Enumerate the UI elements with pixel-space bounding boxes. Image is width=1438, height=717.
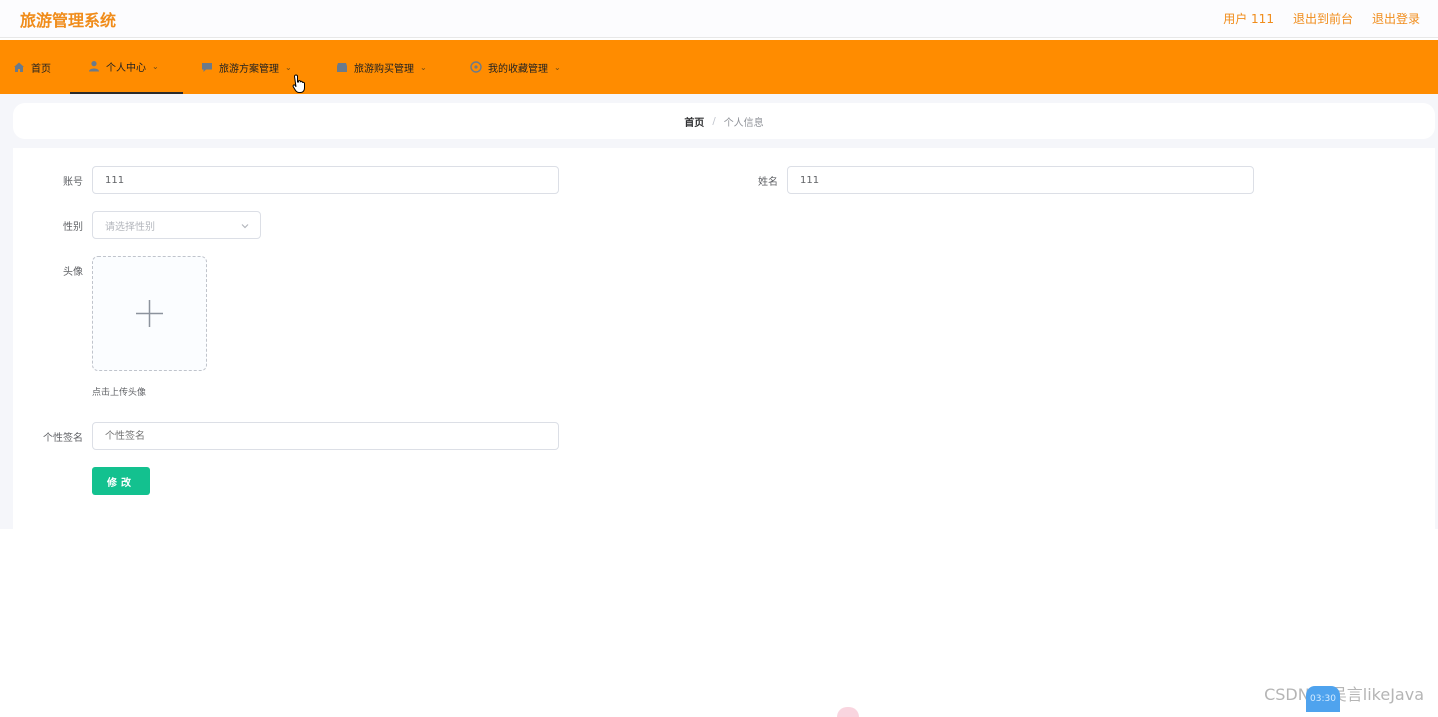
nav-item-label: 旅游购买管理 <box>354 63 414 75</box>
nav-item-tour-purchase[interactable]: 旅游购买管理 ⌄ <box>336 40 427 94</box>
breadcrumb-separator: / <box>712 115 716 127</box>
profile-form-card <box>13 148 1435 529</box>
breadcrumb: 首页 / 个人信息 <box>13 103 1435 139</box>
floating-decoration <box>837 707 859 717</box>
logout-link[interactable]: 退出登录 <box>1372 10 1420 27</box>
name-field[interactable]: 111 <box>787 166 1254 194</box>
chevron-down-icon <box>241 224 249 229</box>
app-title: 旅游管理系统 <box>20 11 117 30</box>
star-icon <box>470 61 482 73</box>
timer-badge: 03:30 <box>1306 686 1340 712</box>
chevron-down-icon: ⌄ <box>285 62 292 72</box>
nav-item-home[interactable]: 首页 <box>13 40 51 94</box>
nav-item-personal-center[interactable]: 个人中心 ⌄ <box>70 40 183 94</box>
nav-item-label: 我的收藏管理 <box>488 63 548 75</box>
plus-icon <box>136 300 163 327</box>
top-links: 用户 111 退出到前台 退出登录 <box>1223 10 1420 27</box>
signature-label: 个性签名 <box>43 433 83 444</box>
chat-icon <box>202 63 212 72</box>
account-field[interactable]: 111 <box>92 166 559 194</box>
top-bar: 旅游管理系统 用户 111 退出到前台 退出登录 <box>0 0 1438 38</box>
nav-item-tour-plan[interactable]: 旅游方案管理 ⌄ <box>201 40 292 94</box>
shop-icon <box>337 63 347 72</box>
chevron-down-icon: ⌄ <box>152 61 159 71</box>
avatar-upload[interactable] <box>92 256 207 371</box>
back-to-front-link[interactable]: 退出到前台 <box>1293 10 1353 27</box>
nav-item-label: 旅游方案管理 <box>219 63 279 75</box>
user-icon <box>89 61 99 72</box>
user-link[interactable]: 用户 111 <box>1223 10 1274 27</box>
gender-label: 性别 <box>63 222 83 233</box>
avatar-label: 头像 <box>63 267 83 278</box>
watermark: CSDN @吴言likeJava <box>1264 685 1424 704</box>
account-label: 账号 <box>63 177 83 188</box>
nav-item-favorites[interactable]: 我的收藏管理 ⌄ <box>470 40 561 94</box>
chevron-down-icon: ⌄ <box>554 62 561 72</box>
name-label: 姓名 <box>758 177 778 188</box>
gender-select[interactable]: 请选择性别 <box>92 211 261 239</box>
signature-input[interactable] <box>92 422 559 450</box>
breadcrumb-home[interactable]: 首页 <box>684 114 704 129</box>
nav-item-label: 个人中心 <box>106 62 146 74</box>
home-icon <box>14 62 24 72</box>
avatar-upload-hint: 点击上传头像 <box>92 388 147 398</box>
gender-placeholder: 请选择性别 <box>105 221 155 233</box>
submit-button[interactable]: 修改 <box>92 467 150 495</box>
hand-cursor-icon <box>292 74 305 93</box>
nav-item-label: 首页 <box>31 63 51 75</box>
main-nav: 首页 个人中心 ⌄ 旅游方案管理 ⌄ 旅游购买管理 ⌄ 我的收藏管理 ⌄ <box>0 40 1438 94</box>
breadcrumb-current: 个人信息 <box>723 117 764 129</box>
chevron-down-icon: ⌄ <box>420 62 427 72</box>
